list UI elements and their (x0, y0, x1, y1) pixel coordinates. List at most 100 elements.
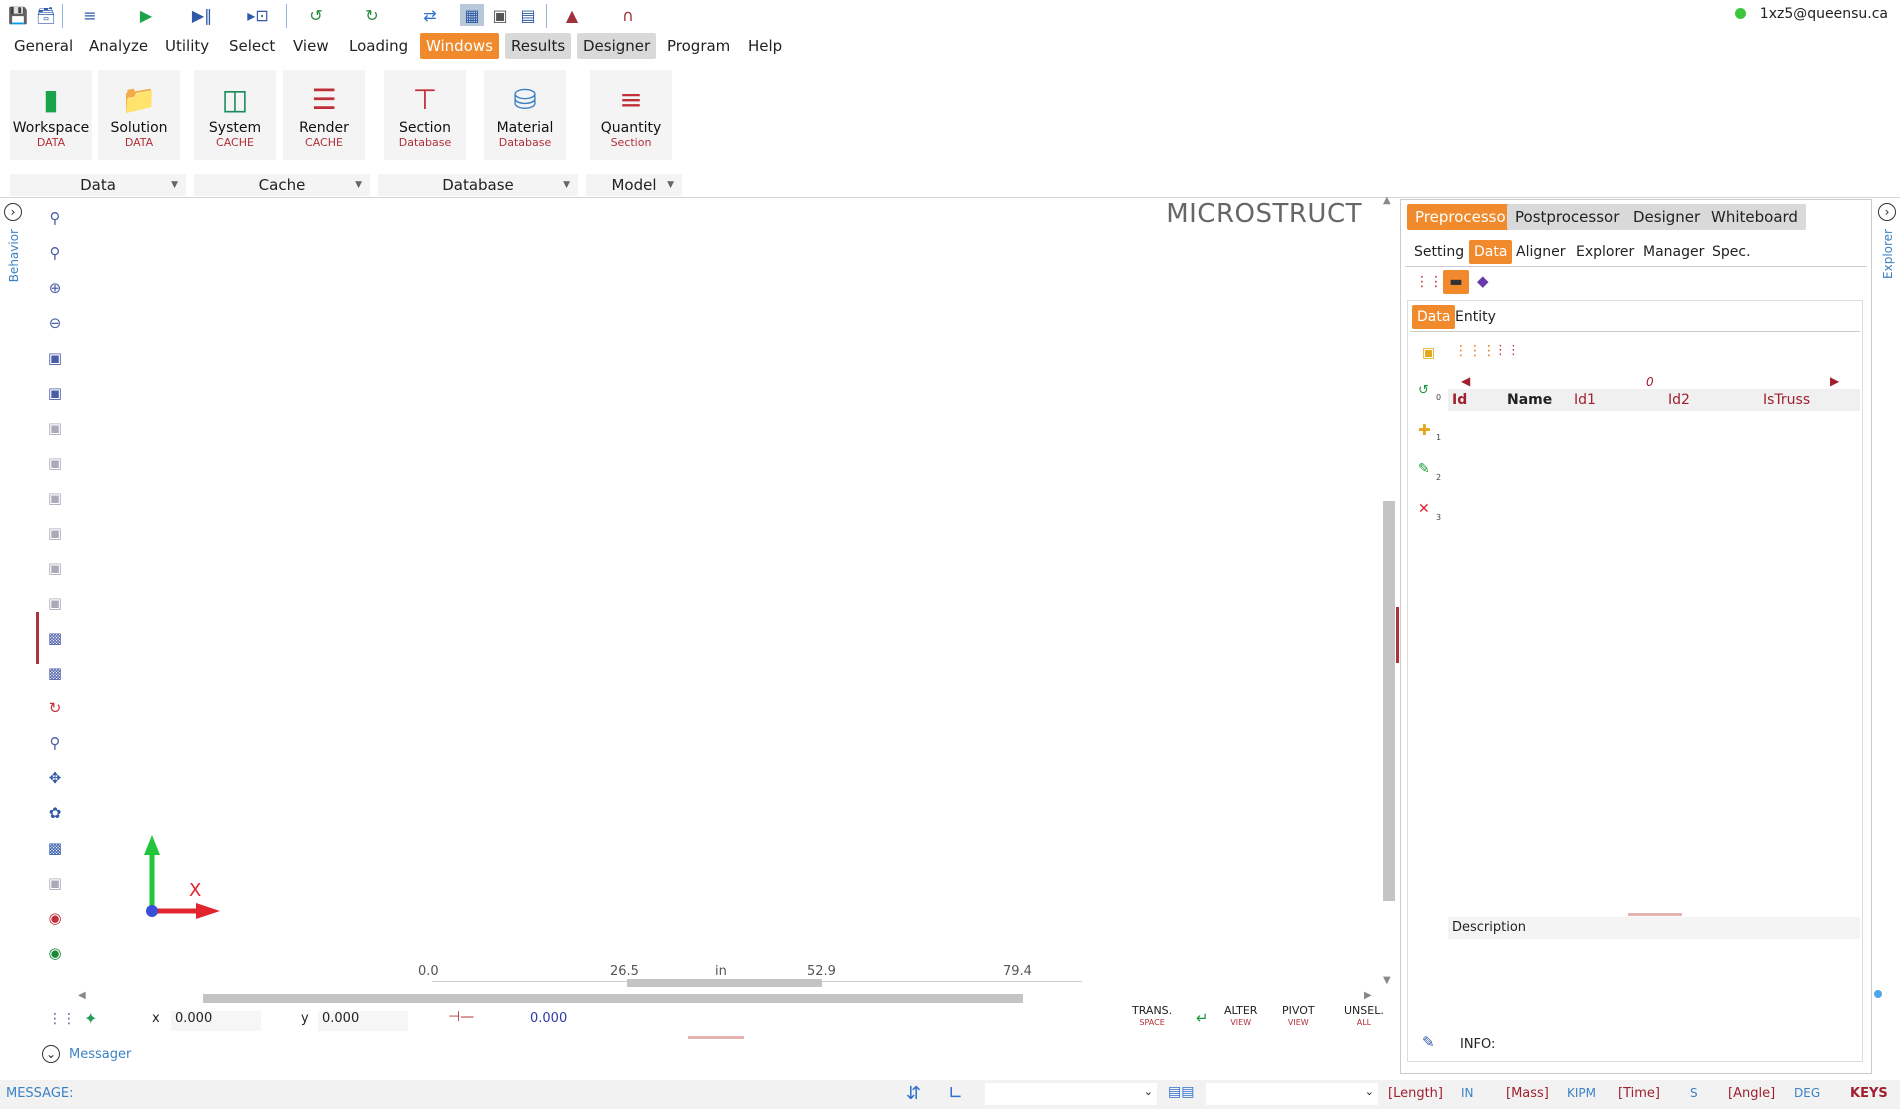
angle-unit-value[interactable]: DEG (1794, 1086, 1820, 1100)
group-model[interactable]: Model ▼ (586, 174, 682, 196)
menu-help[interactable]: Help (742, 33, 788, 59)
subtab-data[interactable]: Data (1469, 240, 1513, 264)
view-top-icon[interactable]: ▣ (44, 522, 66, 544)
tab-preprocessor[interactable]: Preprocessor (1407, 204, 1520, 230)
view-bottom-icon[interactable]: ▣ (44, 557, 66, 579)
tab-whiteboard[interactable]: Whiteboard (1703, 204, 1806, 230)
lock-icon[interactable]: ▣ (1422, 345, 1435, 361)
splitter-handle[interactable] (688, 1036, 744, 1039)
menu-view[interactable]: View (287, 33, 335, 59)
tag-icon[interactable]: ◆ (1477, 272, 1489, 290)
inner-tab-data[interactable]: Data (1412, 305, 1456, 329)
subtab-manager[interactable]: Manager (1638, 240, 1709, 264)
subtab-spec[interactable]: Spec. (1707, 240, 1756, 264)
unit-select-dropdown[interactable]: ⌄ (1206, 1083, 1378, 1105)
scroll-right-icon[interactable]: ▶ (1364, 990, 1372, 1001)
edit-icon[interactable]: ✎ (1418, 461, 1430, 477)
camera-icon[interactable]: ▣ (488, 4, 512, 26)
group-data[interactable]: Data ▼ (10, 174, 186, 196)
delete-icon[interactable]: ✕ (1418, 501, 1430, 517)
pan-icon[interactable]: ✥ (44, 767, 66, 789)
scrollbar-thumb[interactable] (203, 994, 1023, 1003)
quantity-section-button[interactable]: ≡ Quantity Section (590, 70, 672, 160)
x-coord-field[interactable]: 0.000 (171, 1011, 261, 1031)
solution-data-button[interactable]: 📁 Solution DATA (98, 70, 180, 160)
group-database[interactable]: Database ▼ (378, 174, 578, 196)
axis-select-icon[interactable]: ∟ (948, 1083, 963, 1104)
subtab-setting[interactable]: Setting (1409, 240, 1469, 264)
zoom-out-icon[interactable]: ⊖ (44, 312, 66, 334)
trans-space-button[interactable]: TRANS. SPACE (1132, 1005, 1172, 1029)
select-all-icon[interactable]: ⋮⋮⋮ (1454, 343, 1496, 359)
distance-field[interactable]: 0.000 (530, 1011, 567, 1026)
pivot-view-button[interactable]: PIVOT VIEW (1282, 1005, 1315, 1029)
zoom-in-icon[interactable]: ⊕ (44, 277, 66, 299)
zoom-select-icon[interactable]: ⚲ (44, 732, 66, 754)
run-icon[interactable]: ▶ (134, 4, 158, 26)
view-back-icon[interactable]: ▣ (44, 417, 66, 439)
zoom-fit-icon[interactable]: ⚲ (44, 207, 66, 229)
column-id[interactable]: Id (1452, 392, 1467, 408)
stop-icon[interactable]: ▸⊡ (246, 4, 270, 26)
tab-designer[interactable]: Designer (1625, 204, 1709, 230)
keys-button[interactable]: KEYS (1850, 1086, 1888, 1101)
menu-windows[interactable]: Windows (420, 33, 499, 59)
step-icon[interactable]: ≡ (78, 4, 102, 26)
view-left-icon[interactable]: ▣ (44, 452, 66, 474)
node-icon[interactable]: ▣ (44, 872, 66, 894)
column-istruss[interactable]: IsTruss (1763, 392, 1810, 408)
swap-icon[interactable]: ⇄ (418, 4, 442, 26)
alter-view-button[interactable]: ALTER VIEW (1224, 1005, 1257, 1029)
orbit-icon[interactable]: ✿ (44, 802, 66, 824)
menu-results[interactable]: Results (505, 33, 572, 59)
save-icon[interactable]: 💾 (6, 4, 30, 26)
render-cache-button[interactable]: ☰ Render CACHE (283, 70, 365, 160)
length-unit-value[interactable]: IN (1461, 1086, 1474, 1100)
inner-tab-entity[interactable]: Entity (1450, 305, 1501, 329)
frame-icon[interactable]: ▲ (560, 4, 584, 26)
view-iso-icon[interactable]: ▣ (44, 592, 66, 614)
view-front-icon[interactable]: ▣ (44, 382, 66, 404)
list-view-icon[interactable]: ▬ (1443, 270, 1469, 294)
ruler-icon[interactable]: ▤▤ (1168, 1084, 1194, 1100)
scrollbar-thumb[interactable] (1383, 501, 1395, 901)
column-id2[interactable]: Id2 (1668, 392, 1690, 408)
filter-icon[interactable]: ⋮⋮ (1494, 343, 1520, 358)
column-name[interactable]: Name (1507, 392, 1552, 408)
group-cache[interactable]: Cache ▼ (194, 174, 370, 196)
user-account[interactable]: 1xz5@queensu.ca (1734, 6, 1888, 22)
arch-icon[interactable]: ∩ (616, 4, 640, 26)
target-icon[interactable]: ◉ (44, 907, 66, 929)
menu-utility[interactable]: Utility (159, 33, 215, 59)
menu-select[interactable]: Select (223, 33, 281, 59)
view-select-dropdown[interactable]: ⌄ (985, 1083, 1157, 1105)
menu-analyze[interactable]: Analyze (83, 33, 154, 59)
pick-icon[interactable]: ✦ (84, 1009, 97, 1028)
expand-left-icon[interactable]: › (4, 203, 22, 221)
model-canvas[interactable]: MICROSTRUCT X 0.0 26.5 in 52.9 79.4 (72, 199, 1382, 989)
material-database-button[interactable]: ⛁ Material Database (484, 70, 566, 160)
redo-icon[interactable]: ↻ (360, 4, 384, 26)
layout-icon[interactable]: ▦ (460, 4, 484, 26)
zoom-window-icon[interactable]: ⚲ (44, 242, 66, 264)
grid-target-icon[interactable]: ◉ (44, 942, 66, 964)
screen-capture-icon[interactable]: ▩ (44, 627, 66, 649)
subtab-explorer[interactable]: Explorer (1571, 240, 1639, 264)
menu-designer[interactable]: Designer (577, 33, 657, 59)
splitter-handle[interactable] (1396, 607, 1399, 663)
column-id1[interactable]: Id1 (1574, 392, 1596, 408)
section-database-button[interactable]: ⊤ Section Database (384, 70, 466, 160)
scroll-down-icon[interactable]: ▼ (1383, 975, 1391, 986)
run-step-icon[interactable]: ▶‖ (190, 4, 214, 26)
mass-unit-value[interactable]: KIPM (1567, 1086, 1596, 1100)
workspace-data-button[interactable]: ▮ Workspace DATA (10, 70, 92, 160)
unselect-all-button[interactable]: UNSEL. ALL (1344, 1005, 1384, 1029)
save-as-icon[interactable]: 🗃 (34, 4, 58, 26)
menu-general[interactable]: General (8, 33, 79, 59)
snap-icon[interactable]: ⋮⋮ (48, 1011, 76, 1027)
view-right-icon[interactable]: ▣ (44, 487, 66, 509)
window-icon[interactable]: ▤ (516, 4, 540, 26)
add-icon[interactable]: ✚ (1418, 421, 1431, 439)
explorer-panel-label[interactable]: Explorer (1881, 229, 1895, 279)
section-view-icon[interactable]: ▩ (44, 837, 66, 859)
